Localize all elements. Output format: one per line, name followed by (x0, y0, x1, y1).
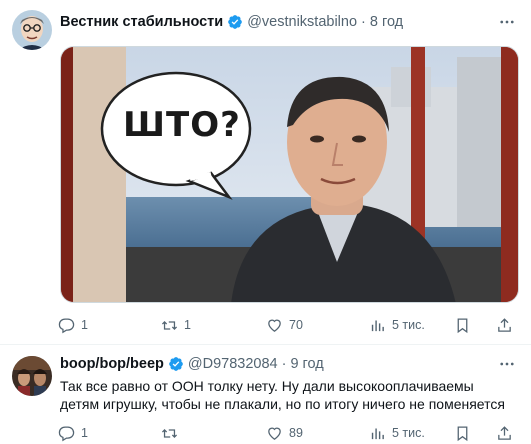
retweet-icon (161, 320, 178, 330)
reply-count: 1 (81, 318, 88, 332)
verified-badge-icon (168, 356, 184, 372)
avatar[interactable] (12, 356, 52, 396)
tweet[interactable]: boop/bop/beep @D97832084 · 9 год Так все… (0, 346, 531, 444)
views-count: 5 тис. (392, 426, 425, 440)
author-name[interactable]: boop/bop/beep (60, 356, 164, 372)
separator: · (361, 14, 366, 30)
views-count: 5 тис. (392, 318, 425, 332)
tweet[interactable]: Вестник стабильности @vestnikstabilno · … (0, 0, 531, 345)
tweet-header: Вестник стабильности @vestnikstabilno · … (60, 12, 403, 32)
tweet-actions: 1 89 5 тис. (58, 423, 522, 443)
bookmark-icon (457, 317, 468, 333)
verified-badge-icon (227, 14, 243, 30)
share-icon (498, 317, 511, 332)
separator: · (281, 356, 287, 372)
tweet-media-image[interactable]: ШТО? (60, 46, 519, 303)
like-button[interactable]: 89 (266, 425, 303, 442)
like-count: 89 (289, 426, 303, 440)
reply-count: 1 (81, 426, 88, 440)
views-button[interactable]: 5 тис. (369, 425, 425, 442)
bookmark-icon (457, 425, 468, 441)
more-icon[interactable] (497, 12, 517, 32)
views-icon (371, 320, 384, 331)
bookmark-button[interactable] (454, 425, 471, 442)
tweet-header: boop/bop/beep @D97832084 · 9 год (60, 354, 324, 374)
reply-icon (58, 425, 75, 441)
like-button[interactable]: 70 (266, 317, 303, 334)
retweet-button[interactable]: 1 (161, 317, 191, 334)
more-icon[interactable] (497, 354, 517, 374)
reply-button[interactable]: 1 (58, 425, 88, 442)
bookmark-button[interactable] (454, 317, 471, 334)
reply-icon (58, 317, 75, 333)
author-name[interactable]: Вестник стабильности (60, 14, 223, 30)
reply-button[interactable]: 1 (58, 317, 88, 334)
retweet-count: 1 (184, 318, 191, 332)
like-count: 70 (289, 318, 303, 332)
timestamp[interactable]: 8 год (370, 14, 403, 30)
retweet-icon (161, 428, 178, 438)
share-button[interactable] (496, 317, 513, 334)
speech-bubble-text: ШТО? (123, 105, 241, 145)
share-button[interactable] (496, 425, 513, 442)
retweet-button[interactable] (161, 425, 184, 442)
author-handle[interactable]: @D97832084 (188, 356, 278, 372)
share-icon (498, 425, 511, 440)
like-icon (268, 319, 281, 332)
tweet-text: Так все равно от ООН толку нету. Ну дали… (60, 378, 505, 412)
timestamp[interactable]: 9 год (290, 356, 323, 372)
tweet-actions: 1 1 70 5 тис. (58, 315, 522, 335)
avatar[interactable] (12, 10, 52, 50)
views-icon (371, 428, 384, 439)
views-button[interactable]: 5 тис. (369, 317, 425, 334)
like-icon (268, 427, 281, 440)
author-handle[interactable]: @vestnikstabilno (247, 14, 357, 30)
